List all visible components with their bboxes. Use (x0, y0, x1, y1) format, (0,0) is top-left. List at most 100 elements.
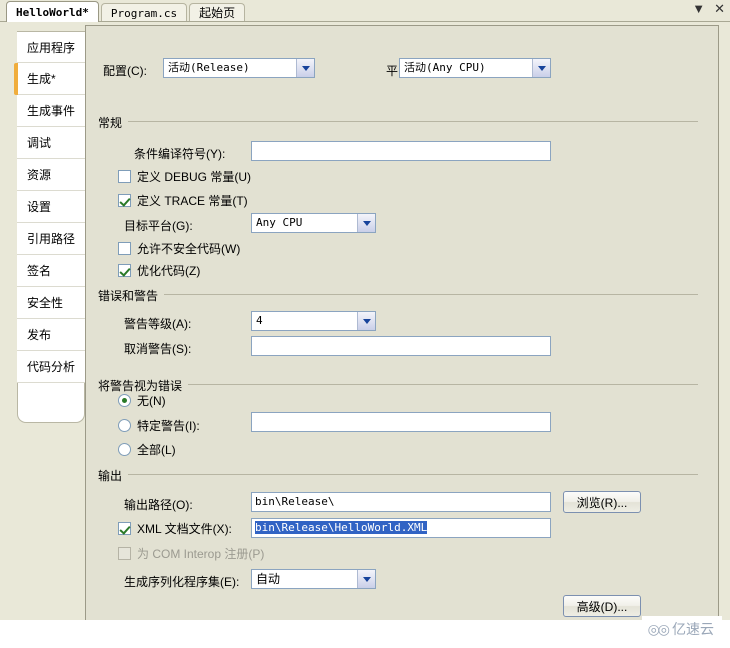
chevron-down-icon[interactable] (357, 214, 375, 232)
sidebar-item-resources-label: 资源 (27, 168, 52, 182)
radio-selected-icon (118, 394, 131, 407)
treat-warnings-all-radio[interactable]: 全部(L) (118, 441, 176, 458)
warning-level-combo[interactable]: 4 (251, 311, 376, 331)
close-icon[interactable]: ✕ (714, 2, 725, 16)
chevron-down-icon[interactable] (357, 570, 375, 588)
configuration-label: 配置(C): (103, 64, 147, 78)
radio-icon (118, 443, 131, 456)
sidebar-item-application-label: 应用程序 (27, 41, 76, 55)
sidebar-item-security-label: 安全性 (27, 296, 64, 310)
suppress-warnings-input[interactable] (251, 336, 551, 356)
group-treat-warnings-as-errors: 将警告视为错误 (98, 377, 698, 394)
sidebar-item-application[interactable]: 应用程序 (17, 31, 85, 63)
tab-program-cs[interactable]: Program.cs (100, 3, 188, 22)
configuration-combo-value: 活动(Release) (168, 61, 250, 74)
chevron-down-icon[interactable] (532, 59, 550, 77)
document-tabs: HelloWorld* Program.cs 起始页 (6, 0, 247, 22)
advanced-button[interactable]: 高级(D)... (563, 595, 641, 617)
suppress-warnings-label: 取消警告(S): (124, 342, 192, 356)
generate-serialization-assembly-label: 生成序列化程序集(E): (124, 575, 240, 589)
radio-icon (118, 419, 131, 432)
workarea: 应用程序 生成* 生成事件 调试 资源 设置 引用路径 签名 安全性 发布 代码… (0, 22, 730, 648)
generate-serialization-assembly-value: 自动 (256, 572, 281, 586)
define-debug-checkbox[interactable]: 定义 DEBUG 常量(U) (118, 168, 251, 185)
generate-serialization-assembly-combo[interactable]: 自动 (251, 569, 376, 589)
xml-documentation-file-input[interactable]: bin\Release\HelloWorld.XML (251, 518, 551, 538)
output-path-label: 输出路径(O): (124, 498, 193, 512)
sidebar-item-signing[interactable]: 签名 (17, 255, 85, 287)
chevron-down-icon[interactable] (357, 312, 375, 330)
checkbox-disabled-icon (118, 547, 131, 560)
checkbox-checked-icon (118, 264, 131, 277)
group-general-title: 常规 (98, 114, 129, 131)
tab-start-page[interactable]: 起始页 (189, 3, 246, 22)
checkbox-icon (118, 242, 131, 255)
group-errors-warnings-title: 错误和警告 (98, 287, 165, 304)
bottom-strip (0, 620, 730, 648)
sidebar-item-security[interactable]: 安全性 (17, 287, 85, 319)
watermark-logo-icon: ◎◎ (647, 620, 670, 637)
checkbox-checked-icon (118, 194, 131, 207)
tab-helloworld[interactable]: HelloWorld* (6, 1, 99, 22)
chevron-down-icon[interactable]: ▼ (692, 2, 705, 16)
sidebar-item-publish-label: 发布 (27, 328, 52, 342)
sidebar-item-reference-paths[interactable]: 引用路径 (17, 223, 85, 255)
register-com-interop-checkbox: 为 COM Interop 注册(P) (118, 545, 264, 562)
watermark-text: 亿速云 (672, 621, 714, 637)
treat-warnings-all-label: 全部(L) (137, 443, 176, 457)
xml-documentation-file-label: XML 文档文件(X): (137, 522, 232, 536)
group-treat-warnings-title: 将警告视为错误 (98, 377, 189, 394)
output-path-value: bin\Release\ (255, 495, 335, 508)
target-platform-label: 目标平台(G): (124, 219, 193, 233)
define-trace-checkbox[interactable]: 定义 TRACE 常量(T) (118, 192, 248, 209)
sidebar-item-code-analysis[interactable]: 代码分析 (17, 351, 85, 383)
configuration-combo[interactable]: 活动(Release) (163, 58, 315, 78)
register-com-interop-label: 为 COM Interop 注册(P) (137, 547, 265, 561)
optimize-code-checkbox[interactable]: 优化代码(Z) (118, 262, 200, 279)
sidebar-item-resources[interactable]: 资源 (17, 159, 85, 191)
optimize-code-label: 优化代码(Z) (137, 264, 201, 278)
target-platform-combo[interactable]: Any CPU (251, 213, 376, 233)
browse-button[interactable]: 浏览(R)... (563, 491, 641, 513)
visual-studio-project-properties-window: HelloWorld* Program.cs 起始页 ▼ ✕ 应用程序 生成* (0, 0, 730, 648)
allow-unsafe-code-checkbox[interactable]: 允许不安全代码(W) (118, 240, 240, 257)
tab-helloworld-label: HelloWorld* (16, 6, 89, 19)
sidebar-item-debug-label: 调试 (27, 136, 52, 150)
treat-warnings-specific-radio[interactable]: 特定警告(I): (118, 417, 200, 434)
sidebar-item-build[interactable]: 生成* (14, 63, 85, 95)
sidebar-item-signing-label: 签名 (27, 264, 52, 278)
checkbox-icon (118, 170, 131, 183)
output-path-input[interactable]: bin\Release\ (251, 492, 551, 512)
browse-button-label: 浏览(R)... (576, 495, 628, 510)
sidebar-item-settings[interactable]: 设置 (17, 191, 85, 223)
conditional-symbols-input[interactable] (251, 141, 551, 161)
advanced-button-label: 高级(D)... (576, 599, 628, 614)
tab-start-page-label: 起始页 (199, 6, 236, 20)
sidebar-item-publish[interactable]: 发布 (17, 319, 85, 351)
chevron-down-icon[interactable] (296, 59, 314, 77)
group-output-title: 输出 (98, 467, 129, 484)
specific-warnings-input[interactable] (251, 412, 551, 432)
group-output: 输出 (98, 467, 698, 484)
build-settings-panel: 配置(C): 活动(Release) 平台(M): 活动(Any CPU) 常规… (85, 25, 719, 625)
watermark: ◎◎ 亿速云 (641, 616, 722, 642)
treat-warnings-specific-label: 特定警告(I): (137, 419, 200, 433)
xml-documentation-file-checkbox[interactable]: XML 文档文件(X): (118, 520, 232, 537)
group-errors-warnings: 错误和警告 (98, 287, 698, 304)
warning-level-value: 4 (256, 314, 263, 327)
sidebar-item-code-analysis-label: 代码分析 (27, 360, 76, 374)
sidebar-item-reference-paths-label: 引用路径 (27, 232, 76, 246)
target-platform-value: Any CPU (256, 216, 303, 229)
treat-warnings-none-label: 无(N) (137, 394, 166, 408)
treat-warnings-none-radio[interactable]: 无(N) (118, 392, 166, 409)
define-debug-label: 定义 DEBUG 常量(U) (137, 170, 252, 184)
sidebar-item-build-label: 生成* (27, 72, 56, 86)
category-list: 应用程序 生成* 生成事件 调试 资源 设置 引用路径 签名 安全性 发布 代码… (14, 31, 85, 383)
allow-unsafe-code-label: 允许不安全代码(W) (137, 242, 241, 256)
group-general: 常规 (98, 114, 698, 131)
document-tab-strip: HelloWorld* Program.cs 起始页 ▼ ✕ (0, 0, 730, 22)
platform-combo[interactable]: 活动(Any CPU) (399, 58, 551, 78)
sidebar-item-debug[interactable]: 调试 (17, 127, 85, 159)
sidebar-item-build-events[interactable]: 生成事件 (17, 95, 85, 127)
define-trace-label: 定义 TRACE 常量(T) (137, 194, 248, 208)
